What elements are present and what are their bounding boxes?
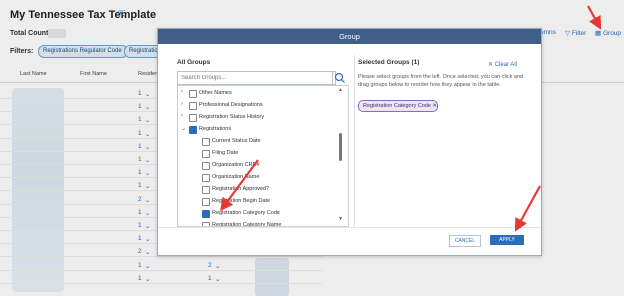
arrow-to-apply-button <box>514 185 541 232</box>
arrow-to-group-button <box>587 5 602 30</box>
annotation-arrows <box>220 5 602 232</box>
arrow-to-category-code <box>220 159 259 212</box>
